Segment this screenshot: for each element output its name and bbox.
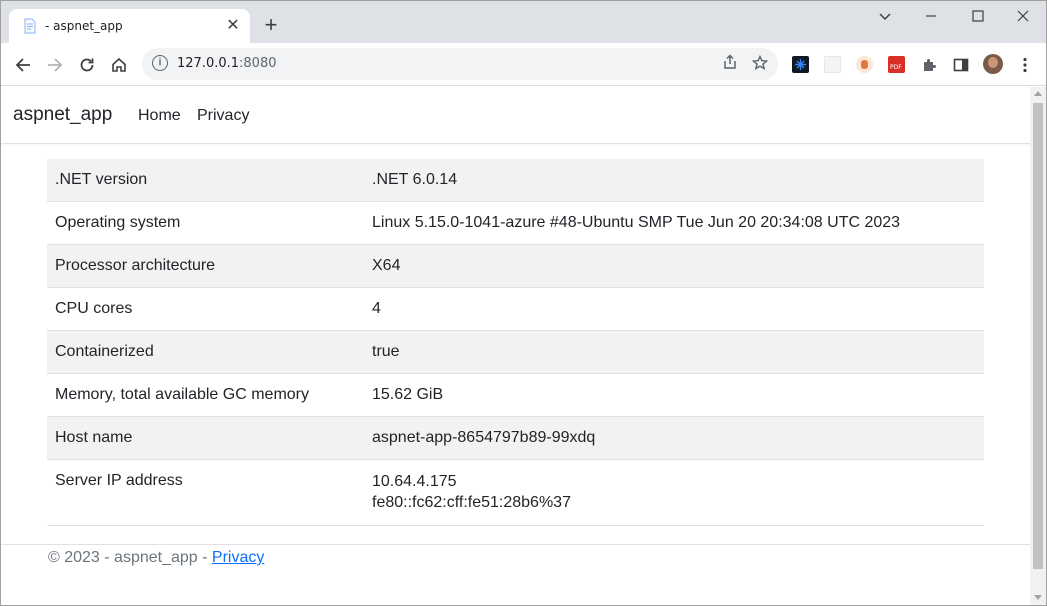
bookmark-star-icon[interactable]: [751, 52, 769, 76]
table-row: .NET version .NET 6.0.14: [47, 159, 984, 202]
row-value: Linux 5.15.0-1041-azure #48-Ubuntu SMP T…: [364, 201, 984, 245]
url-port: :8080: [239, 56, 277, 71]
extensions-puzzle-icon[interactable]: [915, 51, 943, 79]
ipv4-address: 10.64.4.175: [372, 473, 457, 490]
reload-button[interactable]: [73, 51, 101, 79]
close-icon: [1017, 10, 1029, 22]
document-icon: [24, 18, 36, 34]
row-key: Operating system: [47, 201, 364, 245]
minimize-button[interactable]: [909, 5, 953, 27]
row-value: 10.64.4.175 fe80::fc62:cff:fe51:28b6%37: [364, 459, 984, 526]
environment-info-table: .NET version .NET 6.0.14 Operating syste…: [47, 159, 984, 526]
row-key: Memory, total available GC memory: [47, 373, 364, 417]
url-host: 127.0.0.1: [177, 56, 240, 71]
extension-sparkle-icon[interactable]: [792, 56, 809, 73]
row-key: .NET version: [47, 159, 364, 202]
reload-icon: [80, 58, 94, 72]
maximize-icon: [972, 10, 984, 22]
row-value: 15.62 GiB: [364, 373, 984, 417]
ipv6-address: fe80::fc62:cff:fe51:28b6%37: [372, 494, 571, 511]
extension-grid-icon[interactable]: [824, 56, 841, 73]
row-key: Server IP address: [47, 459, 364, 526]
browser-tab[interactable]: - aspnet_app ✕: [9, 9, 250, 43]
row-key: Processor architecture: [47, 244, 364, 288]
menu-kebab-icon[interactable]: [1011, 51, 1039, 79]
site-info-icon[interactable]: i: [152, 55, 168, 71]
home-icon: [112, 57, 126, 72]
tab-title: - aspnet_app: [45, 19, 123, 33]
table-row: Operating system Linux 5.15.0-1041-azure…: [47, 201, 984, 245]
row-value: aspnet-app-8654797b89-99xdq: [364, 416, 984, 460]
row-key: CPU cores: [47, 287, 364, 331]
row-value: true: [364, 330, 984, 374]
table-row: Host name aspnet-app-8654797b89-99xdq: [47, 416, 984, 460]
close-tab-icon[interactable]: ✕: [224, 17, 242, 35]
table-row: Containerized true: [47, 330, 984, 374]
back-button[interactable]: [9, 51, 37, 79]
share-icon[interactable]: [722, 54, 738, 74]
page-viewport: aspnet_app Home Privacy .NET version .NE…: [1, 87, 1030, 605]
site-footer: © 2023 - aspnet_app - Privacy: [1, 544, 1030, 605]
footer-copyright: © 2023 - aspnet_app -: [48, 549, 212, 566]
footer-privacy-link[interactable]: Privacy: [212, 549, 264, 566]
tab-search-button[interactable]: [863, 5, 907, 27]
new-tab-button[interactable]: +: [259, 13, 283, 37]
nav-privacy-link[interactable]: Privacy: [197, 107, 249, 125]
table-row: CPU cores 4: [47, 287, 984, 331]
browser-window: - aspnet_app ✕ + i 127.0.0.1:8080 PDF as…: [0, 0, 1047, 606]
close-window-button[interactable]: [1001, 5, 1045, 27]
row-key: Host name: [47, 416, 364, 460]
profile-avatar[interactable]: [983, 54, 1003, 74]
minimize-icon: [926, 15, 936, 17]
nav-home-link[interactable]: Home: [138, 107, 181, 125]
row-value: .NET 6.0.14: [364, 159, 984, 202]
back-arrow-icon: [15, 58, 30, 72]
row-value: 4: [364, 287, 984, 331]
extension-record-icon[interactable]: [856, 56, 873, 73]
row-value: X64: [364, 244, 984, 288]
site-navbar: aspnet_app Home Privacy: [1, 87, 1030, 144]
vertical-scrollbar[interactable]: [1030, 87, 1046, 605]
table-row: Server IP address 10.64.4.175 fe80::fc62…: [47, 459, 984, 526]
url-text: 127.0.0.1:8080: [177, 56, 277, 71]
table-row: Processor architecture X64: [47, 244, 984, 288]
scroll-up-arrow-icon[interactable]: [1034, 91, 1042, 96]
site-brand-link[interactable]: aspnet_app: [13, 104, 112, 126]
table-row: Memory, total available GC memory 15.62 …: [47, 373, 984, 417]
browser-toolbar: i 127.0.0.1:8080 PDF: [1, 43, 1046, 86]
address-bar[interactable]: i 127.0.0.1:8080: [142, 48, 778, 80]
scroll-down-arrow-icon[interactable]: [1034, 595, 1042, 600]
extension-pdf-icon[interactable]: PDF: [888, 56, 905, 73]
footer-text: © 2023 - aspnet_app - Privacy: [48, 549, 264, 567]
tab-strip: - aspnet_app ✕ +: [1, 1, 1046, 43]
forward-button[interactable]: [41, 51, 69, 79]
scrollbar-thumb[interactable]: [1033, 103, 1043, 569]
maximize-button[interactable]: [956, 5, 1000, 27]
row-key: Containerized: [47, 330, 364, 374]
chevron-down-icon: [879, 13, 891, 21]
forward-arrow-icon: [48, 58, 63, 72]
side-panel-icon[interactable]: [947, 51, 975, 79]
home-button[interactable]: [105, 51, 133, 79]
